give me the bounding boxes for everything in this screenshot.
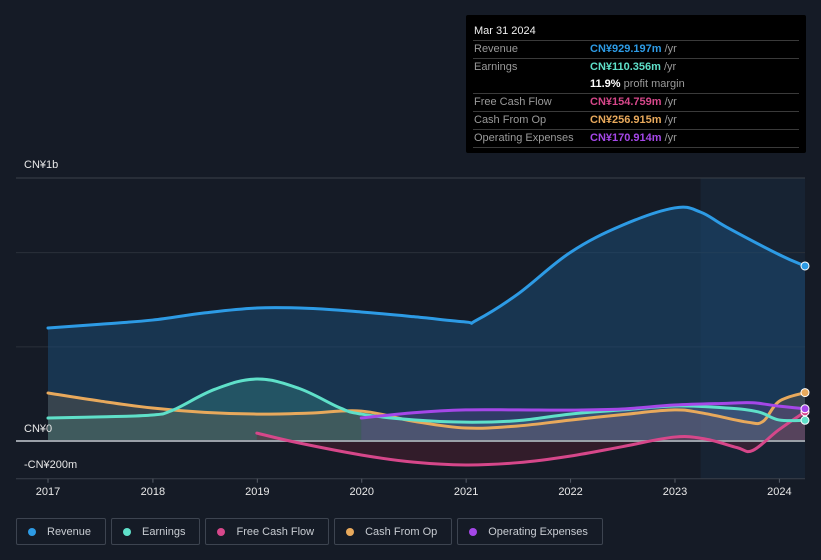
tooltip-label: Free Cash Flow — [474, 96, 552, 108]
tooltip-value: CN¥256.915m — [590, 114, 662, 126]
legend-label: Free Cash Flow — [236, 525, 315, 538]
tooltip-label — [473, 76, 590, 93]
x-tick-label: 2018 — [141, 486, 165, 498]
tooltip-date: Mar 31 2024 — [473, 23, 799, 41]
y-tick-label-0: CN¥0 — [24, 423, 53, 435]
profit-margin-value: 11.9% — [590, 78, 621, 90]
tooltip-label: Revenue — [474, 43, 519, 55]
legend-dot-icon — [346, 527, 355, 536]
tooltip-row-fcf: Free Cash Flow CN¥154.759m /yr — [473, 94, 799, 112]
x-tick-label: 2020 — [349, 486, 373, 498]
tooltip: Mar 31 2024 Revenue CN¥929.197m /yr Earn… — [466, 15, 806, 153]
tooltip-label: Earnings — [474, 61, 518, 73]
tooltip-unit: /yr — [664, 114, 677, 126]
legend-item-earnings[interactable]: Earnings — [111, 518, 201, 545]
x-tick-label: 2017 — [36, 486, 60, 498]
tooltip-row-revenue: Revenue CN¥929.197m /yr — [473, 41, 799, 59]
tooltip-unit: /yr — [664, 96, 677, 108]
tooltip-unit: /yr — [664, 132, 677, 144]
legend-label: Earnings — [142, 525, 186, 538]
y-tick-label-neg200m: -CN¥200m — [24, 459, 78, 471]
legend-label: Operating Expenses — [488, 525, 588, 538]
endpoint-revenue — [800, 261, 810, 271]
tooltip-row-opex: Operating Expenses CN¥170.914m /yr — [473, 130, 799, 148]
legend-item-operating-expenses[interactable]: Operating Expenses — [457, 518, 603, 545]
x-tick-label: 2022 — [558, 486, 582, 498]
endpoint-operating-expenses — [800, 404, 810, 414]
x-tick-label: 2023 — [663, 486, 687, 498]
x-tick-label: 2019 — [245, 486, 269, 498]
x-tick-label: 2021 — [454, 486, 478, 498]
legend: Revenue Earnings Free Cash Flow Cash Fro… — [16, 518, 603, 545]
tooltip-unit: /yr — [663, 61, 677, 73]
legend-dot-icon — [28, 527, 36, 536]
legend-dot-icon — [469, 527, 478, 536]
tooltip-row-profit-margin: 11.9% profit margin — [473, 76, 799, 94]
legend-label: Revenue — [47, 525, 92, 538]
legend-item-revenue[interactable]: Revenue — [16, 518, 107, 545]
endpoint-earnings — [800, 415, 810, 425]
tooltip-unit: profit margin — [623, 78, 685, 90]
legend-item-cash-from-op[interactable]: Cash From Op — [334, 518, 453, 545]
x-tick-label: 2024 — [767, 486, 791, 498]
tooltip-row-cfo: Cash From Op CN¥256.915m /yr — [473, 112, 799, 130]
y-tick-label-1b: CN¥1b — [24, 159, 59, 171]
tooltip-label: Cash From Op — [474, 114, 547, 126]
tooltip-row-earnings: Earnings CN¥110.356m /yr — [473, 59, 799, 76]
endpoint-cash-from-op — [800, 388, 810, 398]
tooltip-value: CN¥929.197m — [590, 43, 662, 55]
legend-dot-icon — [217, 527, 226, 536]
tooltip-label: Operating Expenses — [474, 132, 574, 144]
tooltip-value: CN¥170.914m — [590, 132, 662, 144]
tooltip-unit: /yr — [664, 43, 677, 55]
tooltip-value: CN¥110.356m — [590, 61, 661, 73]
legend-label: Cash From Op — [365, 525, 438, 538]
tooltip-value: CN¥154.759m — [590, 96, 662, 108]
legend-dot-icon — [123, 527, 132, 536]
legend-item-free-cash-flow[interactable]: Free Cash Flow — [205, 518, 330, 545]
